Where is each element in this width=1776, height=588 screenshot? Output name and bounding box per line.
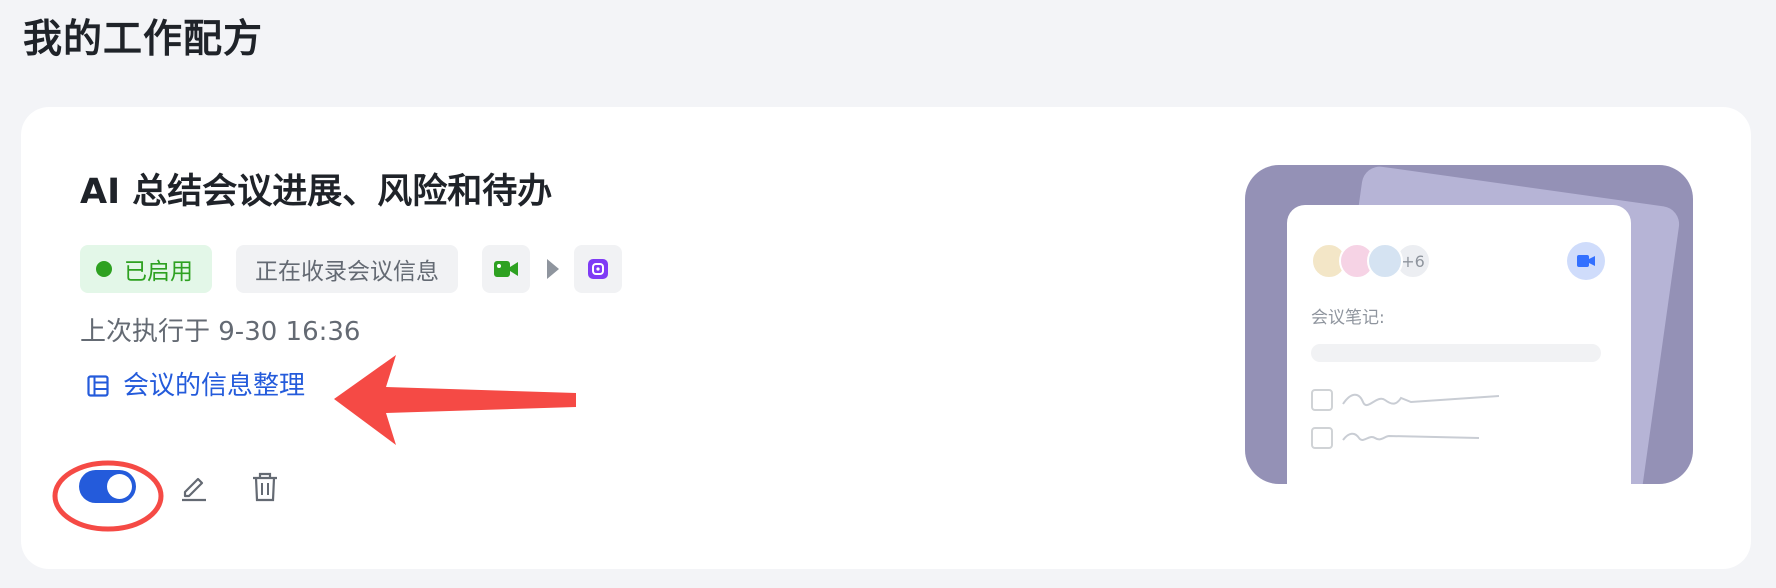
output-doc-label: 会议的信息整理 [123,371,306,401]
edit-button[interactable] [176,469,212,505]
recipe-preview-image: +6 会议笔记: [1245,165,1693,484]
table-icon [87,375,109,397]
video-meeting-icon [482,245,530,293]
status-badge-label: 已启用 [124,259,193,285]
notes-placeholder-bar [1311,344,1601,362]
video-camera-icon [1567,242,1605,280]
play-arrow-icon [547,259,559,279]
tag-row: 已启用 正在收录会议信息 [80,245,622,293]
trash-icon [253,472,277,502]
annotation-circle-icon [52,460,164,532]
delete-button[interactable] [247,469,283,505]
participant-avatars: +6 [1311,243,1431,279]
checklist-item [1311,427,1481,449]
notes-label: 会议笔记: [1311,308,1385,328]
scribble-line [1342,432,1480,441]
recipe-card: AI 总结会议进展、风险和待办 已启用 正在收录会议信息 上次执行于 9-30 … [21,107,1751,569]
trigger-badge: 正在收录会议信息 [236,245,458,293]
status-dot-icon [96,261,112,277]
workflow-flow [482,245,622,293]
page-title: 我的工作配方 [23,17,264,62]
avatar [1367,243,1403,279]
edit-pencil-icon [182,477,206,502]
last-run-time: 上次执行于 9-30 16:36 [80,317,361,347]
checklist-item [1311,389,1501,411]
ai-bot-icon [574,245,622,293]
checkbox [1311,427,1333,449]
scribble-line [1342,393,1500,407]
status-badge: 已启用 [80,245,212,293]
output-doc-link[interactable]: 会议的信息整理 [87,368,305,404]
recipe-title: AI 总结会议进展、风险和待办 [80,172,553,212]
preview-front-sheet: +6 会议笔记: [1287,205,1631,484]
checkbox [1311,389,1333,411]
annotation-arrow-icon [334,355,576,445]
